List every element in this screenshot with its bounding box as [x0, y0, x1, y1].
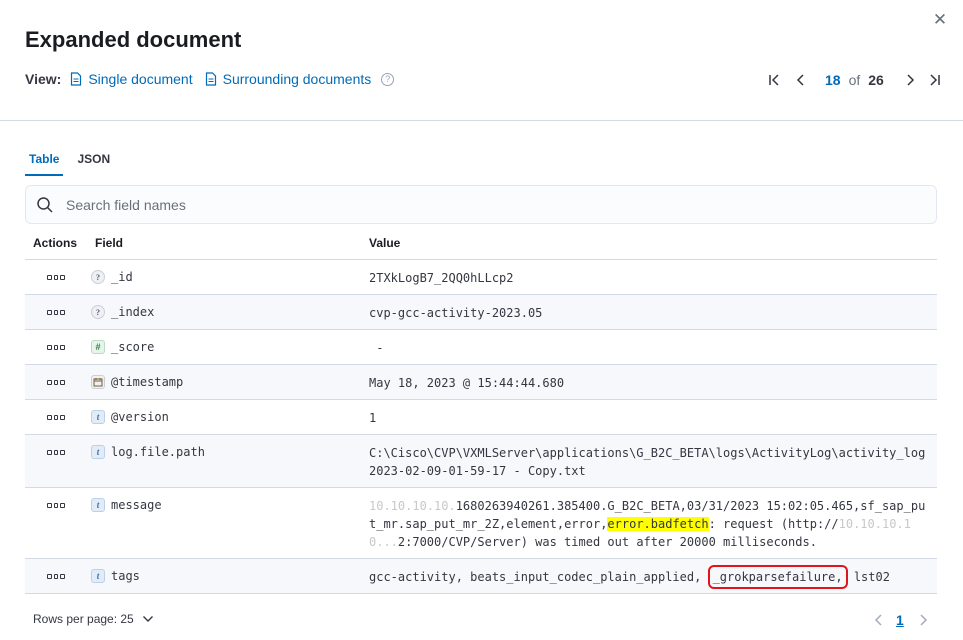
field-value: 2TXkLogB7_2QQ0hLLcp2 [369, 271, 514, 285]
surrounding-documents-label: Surrounding documents [222, 71, 372, 87]
rows-per-page-button[interactable]: Rows per page: 25 [33, 612, 154, 626]
field-value: 1 [369, 411, 377, 425]
row-actions-icon[interactable] [47, 447, 66, 457]
next-page-icon[interactable] [902, 70, 920, 90]
tag-list: gcc-activity, beats_input_codec_plain_ap… [369, 570, 709, 584]
current-document-number: 18 [825, 72, 841, 88]
table-row: t @version 1 [25, 400, 937, 435]
document-icon [70, 72, 82, 86]
field-name: _score [111, 340, 155, 354]
row-actions-icon[interactable] [47, 272, 66, 282]
value-column-header: Value [369, 236, 401, 250]
single-document-link[interactable]: Single document [70, 71, 193, 87]
previous-page-icon[interactable] [870, 610, 886, 630]
field-value: - [369, 341, 384, 355]
string-type-icon: t [91, 410, 105, 424]
field-name: _id [111, 270, 133, 284]
field-value: cvp-gcc-activity-2023.05 [369, 306, 543, 320]
field-value: 10.10.10.10.1680263940261.385400.G_B2C_B… [369, 497, 927, 551]
total-documents: 26 [868, 72, 884, 88]
table-row: ? _index cvp-gcc-activity-2023.05 [25, 295, 937, 330]
table-row: @timestamp May 18, 2023 @ 15:44:44.680 [25, 365, 937, 400]
close-button[interactable]: ✕ [930, 10, 950, 30]
message-text: 2:7000/CVP/Server) was timed out after 2… [397, 535, 817, 549]
tab-table[interactable]: Table [25, 152, 64, 176]
field-value: C:\Cisco\CVP\VXMLServer\applications\G_B… [369, 446, 926, 478]
unknown-type-icon: ? [91, 305, 105, 319]
table-row: t tags gcc-activity, beats_input_codec_p… [25, 559, 937, 594]
flyout-title: Expanded document [25, 27, 242, 52]
field-value: gcc-activity, beats_input_codec_plain_ap… [369, 565, 927, 589]
documents-icon [205, 72, 217, 86]
row-actions-icon[interactable] [47, 342, 66, 352]
row-actions-icon[interactable] [47, 307, 66, 317]
actions-column-header: Actions [33, 236, 78, 250]
calendar-type-icon [91, 375, 105, 389]
search-icon [36, 196, 54, 214]
message-text: : request (http:// [708, 517, 839, 531]
redacted-ip: 10.10.10.10. [369, 499, 456, 513]
field-name: _index [111, 305, 155, 319]
surrounding-documents-link[interactable]: Surrounding documents [205, 71, 372, 87]
string-type-icon: t [91, 569, 105, 583]
table-header: Actions Field Value [25, 228, 937, 260]
table-pagination: 1 [870, 610, 932, 630]
highlighted-tag: _grokparsefailure, [707, 565, 848, 589]
table-row: ? _id 2TXkLogB7_2QQ0hLLcp2 [25, 260, 937, 295]
row-actions-icon[interactable] [47, 412, 66, 422]
field-name: log.file.path [111, 445, 205, 459]
view-label: View: [25, 71, 62, 87]
page-1-button[interactable]: 1 [896, 612, 904, 628]
table-row: t message 10.10.10.10.1680263940261.3854… [25, 488, 937, 559]
unknown-type-icon: ? [91, 270, 105, 284]
rows-per-page-label: Rows per page: 25 [33, 612, 134, 626]
table-row: # _score - [25, 330, 937, 365]
field-name: message [111, 498, 162, 512]
field-name: tags [111, 569, 140, 583]
of-label: of [848, 72, 861, 88]
search-highlight: error.badfetch [607, 517, 709, 531]
row-actions-icon[interactable] [47, 571, 66, 581]
next-page-icon[interactable] [916, 610, 932, 630]
help-icon[interactable]: ? [381, 72, 395, 86]
tag-list: lst02 [846, 570, 890, 584]
field-name: @timestamp [111, 375, 184, 389]
field-search [25, 185, 937, 224]
field-column-header: Field [95, 236, 124, 250]
view-switcher: View: Single document Surrounding docume… [25, 71, 395, 87]
row-actions-icon[interactable] [47, 377, 66, 387]
row-actions-icon[interactable] [47, 500, 66, 510]
last-page-icon[interactable] [926, 70, 944, 90]
string-type-icon: t [91, 498, 105, 512]
tab-json[interactable]: JSON [73, 152, 114, 176]
string-type-icon: t [91, 445, 105, 459]
field-value: May 18, 2023 @ 15:44:44.680 [369, 376, 565, 390]
tab-bar: Table JSON [25, 152, 124, 176]
number-type-icon: # [91, 340, 105, 354]
document-pagination: 18 of 26 [765, 70, 944, 90]
search-input[interactable] [66, 196, 936, 213]
first-page-icon[interactable] [765, 70, 783, 90]
field-name: @version [111, 410, 169, 424]
header-divider [0, 120, 963, 121]
single-document-label: Single document [88, 71, 193, 87]
chevron-down-icon [142, 615, 154, 623]
previous-page-icon[interactable] [791, 70, 809, 90]
close-icon: ✕ [932, 10, 948, 29]
table-row: t log.file.path C:\Cisco\CVP\VXMLServer\… [25, 435, 937, 488]
